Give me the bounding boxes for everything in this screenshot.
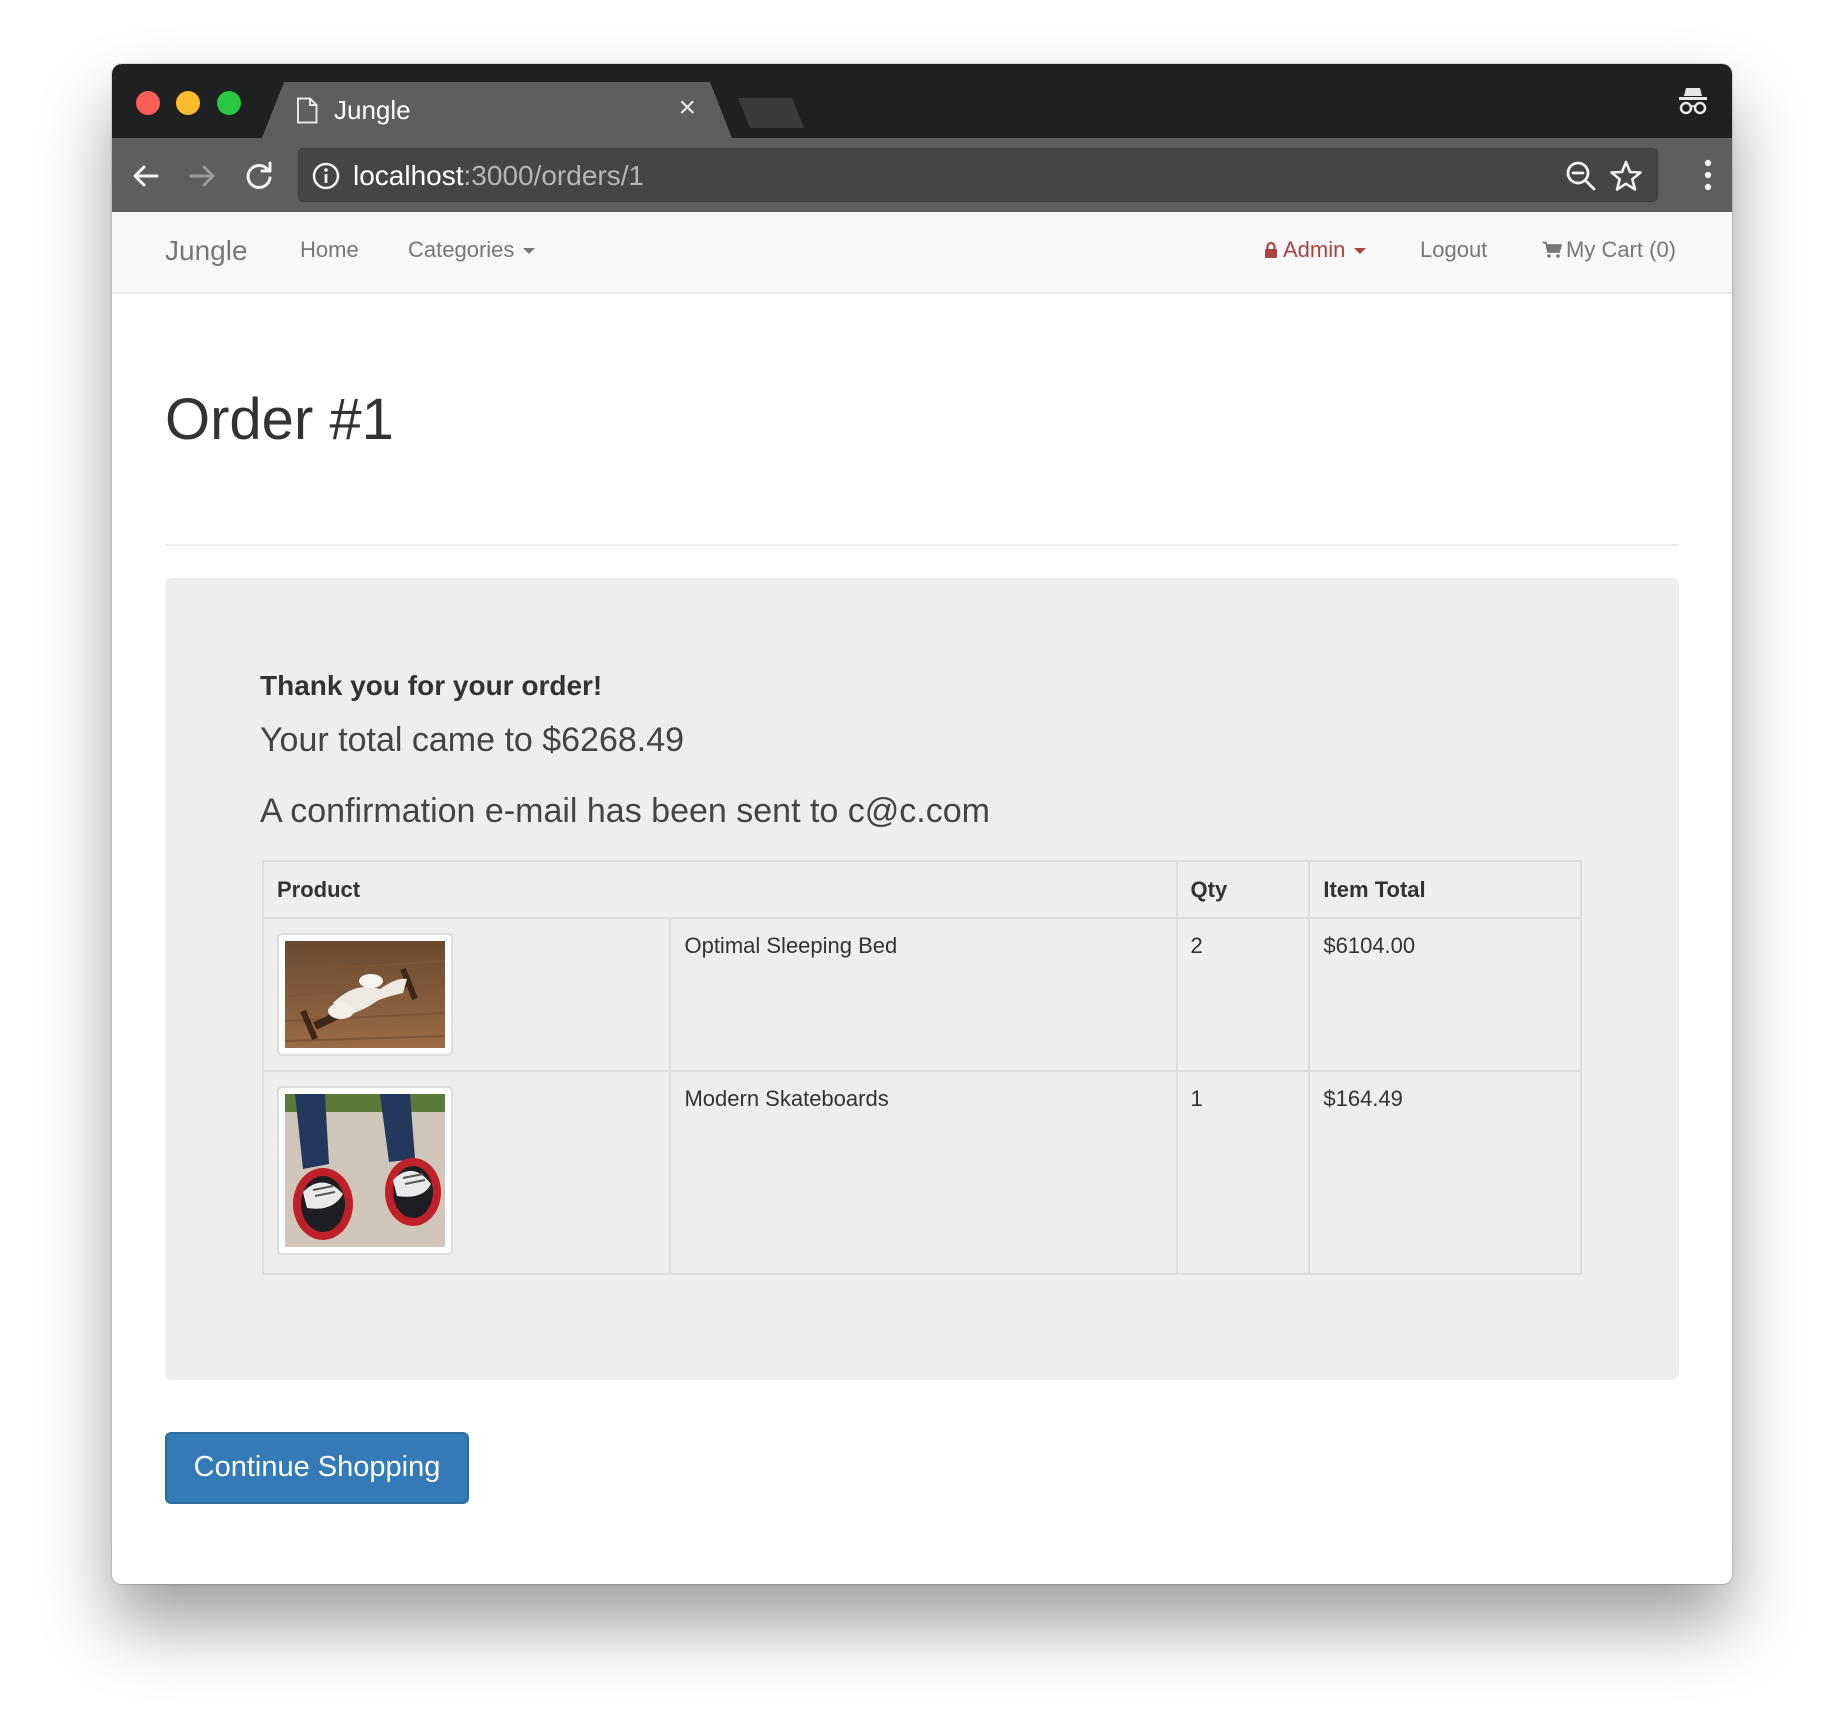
site-navbar: Jungle Home Categories Admin Logout My C… <box>112 212 1732 294</box>
browser-toolbar: localhost:3000/orders/1 <box>112 138 1732 212</box>
categories-label: Categories <box>408 237 515 262</box>
nav-logout-link[interactable]: Logout <box>1420 237 1487 263</box>
table-header-row: Product Qty Item Total <box>262 860 1582 919</box>
url-text[interactable]: localhost:3000/orders/1 <box>353 160 644 192</box>
brand-link[interactable]: Jungle <box>165 235 248 267</box>
new-tab-button[interactable] <box>738 98 804 128</box>
minimize-window-button[interactable] <box>176 91 200 115</box>
info-icon[interactable] <box>311 161 341 191</box>
qty-cell: 1 <box>1175 1070 1311 1275</box>
bookmark-star-icon[interactable] <box>1609 159 1643 193</box>
skateboard-photo <box>285 1094 445 1247</box>
tab-title: Jungle <box>334 95 411 125</box>
order-summary-panel: Thank you for your order! Your total cam… <box>165 578 1679 1380</box>
lock-icon <box>1265 241 1277 258</box>
close-window-button[interactable] <box>136 91 160 115</box>
thank-you-heading: Thank you for your order! <box>260 670 603 701</box>
bed-photo <box>285 941 445 1048</box>
item-total-cell: $6104.00 <box>1308 917 1582 1072</box>
menu-dots-icon[interactable] <box>1704 158 1712 192</box>
back-arrow-icon[interactable] <box>126 156 166 196</box>
order-items-table: Product Qty Item Total Optimal Sleeping … <box>261 860 1582 1275</box>
qty-header: Qty <box>1175 860 1311 919</box>
table-row: Modern Skateboards 1 $164.49 <box>261 1070 1582 1275</box>
reload-icon[interactable] <box>239 156 279 196</box>
maximize-window-button[interactable] <box>217 91 241 115</box>
caret-down-icon <box>1354 248 1367 255</box>
product-thumbnail[interactable] <box>277 1086 453 1255</box>
product-name-cell: Modern Skateboards <box>669 1070 1178 1275</box>
admin-label: Admin <box>1283 237 1346 262</box>
browser-window: Jungle × localhost:3000/orders/1 Jungle … <box>112 64 1732 1584</box>
nav-admin-dropdown[interactable]: Admin <box>1264 237 1367 263</box>
continue-shopping-button[interactable]: Continue Shopping <box>165 1432 469 1504</box>
tab-strip: Jungle × <box>112 64 1732 138</box>
caret-down-icon <box>523 248 536 255</box>
product-image-cell <box>261 1070 672 1275</box>
item-total-header: Item Total <box>1308 860 1582 919</box>
url-host: localhost <box>353 160 464 191</box>
product-thumbnail[interactable] <box>277 933 453 1056</box>
zoom-out-icon[interactable] <box>1565 160 1597 192</box>
page-viewport: Jungle Home Categories Admin Logout My C… <box>112 212 1732 1584</box>
url-path: :3000/orders/1 <box>463 160 645 191</box>
document-icon <box>297 97 318 124</box>
item-total-cell: $164.49 <box>1308 1070 1582 1275</box>
cart-icon <box>1542 241 1562 258</box>
product-name-cell: Optimal Sleeping Bed <box>669 917 1178 1072</box>
nav-home-link[interactable]: Home <box>300 237 359 263</box>
browser-tab[interactable]: Jungle × <box>262 82 732 138</box>
confirmation-email-text: A confirmation e-mail has been sent to c… <box>260 792 990 830</box>
table-row: Optimal Sleeping Bed 2 $6104.00 <box>261 917 1582 1072</box>
cart-label: My Cart (0) <box>1566 237 1676 262</box>
tab-close-icon[interactable]: × <box>678 91 696 125</box>
incognito-icon <box>1679 88 1707 115</box>
order-total-text: Your total came to $6268.49 <box>260 721 685 759</box>
address-bar[interactable]: localhost:3000/orders/1 <box>298 148 1658 202</box>
qty-cell: 2 <box>1175 917 1311 1072</box>
nav-categories-dropdown[interactable]: Categories <box>408 237 536 263</box>
product-header: Product <box>262 860 1178 919</box>
title-divider <box>165 544 1679 546</box>
nav-cart-link[interactable]: My Cart (0) <box>1542 237 1676 263</box>
product-image-cell <box>261 917 672 1072</box>
page-title: Order #1 <box>165 387 394 452</box>
forward-arrow-icon[interactable] <box>182 156 222 196</box>
